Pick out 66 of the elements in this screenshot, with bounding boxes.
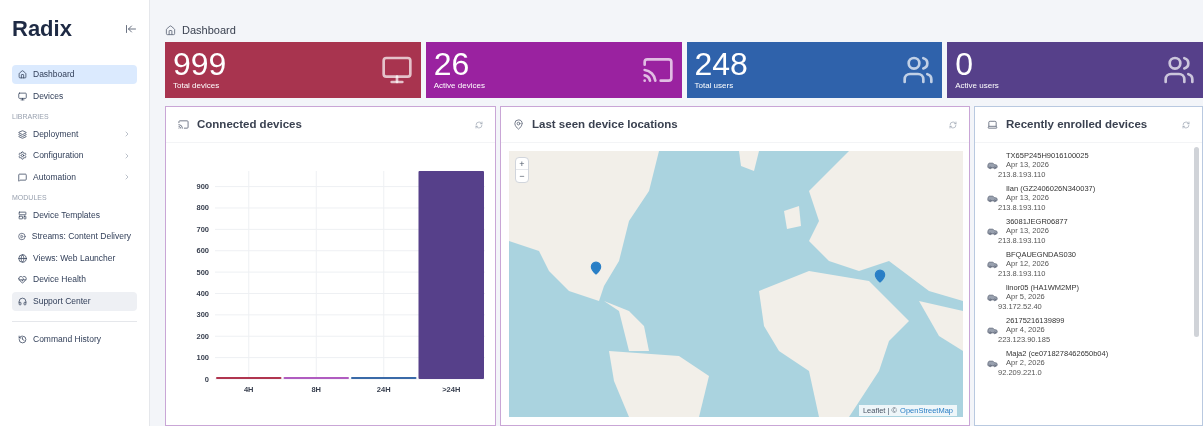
collapse-icon[interactable] (125, 22, 137, 35)
nav-label: Device Health (33, 273, 87, 286)
zoom-in-button[interactable]: + (516, 158, 528, 170)
stat-label: Total users (694, 80, 735, 92)
panel-title: Connected devices (197, 116, 303, 132)
cast-icon (178, 119, 189, 130)
nav-item[interactable]: Deployment (12, 124, 137, 144)
settings-icon (18, 151, 27, 160)
nav-item[interactable]: Device Health (12, 270, 137, 289)
monitor-icon (18, 91, 27, 101)
nav-label: Devices (33, 89, 65, 103)
refresh-icon[interactable] (1182, 120, 1190, 129)
logo: Radix (12, 15, 72, 43)
stat-value: 26 (433, 48, 471, 80)
nav-label: Streams: Content Delivery (31, 230, 131, 243)
nav-item[interactable]: Configuration (12, 146, 137, 165)
history-icon (18, 335, 27, 344)
laptop-icon (987, 119, 998, 130)
nav-label: Automation (33, 170, 77, 184)
panel-title: Last seen device locations (532, 116, 679, 132)
nav-label: Dashboard (33, 68, 76, 81)
nav-label: Configuration (33, 149, 85, 162)
nav-item[interactable]: Devices (12, 86, 137, 106)
nav-label: Command History (33, 333, 103, 346)
message-icon (18, 172, 27, 182)
chevron-icon (123, 173, 131, 181)
nav-item[interactable]: Command History (12, 330, 137, 349)
refresh-icon[interactable] (475, 120, 483, 129)
home-icon (165, 24, 176, 36)
template-icon (18, 210, 27, 220)
scrollbar[interactable] (1194, 147, 1199, 337)
stat-value: 248 (694, 48, 748, 80)
devices-icon (380, 54, 413, 86)
panel-title: Recently enrolled devices (1006, 116, 1149, 132)
stat-label: Active users (955, 80, 999, 92)
heart-icon (18, 275, 27, 284)
pin-icon (513, 119, 524, 130)
map-pin-icon[interactable] (589, 261, 603, 275)
nav-label: Support Center (33, 294, 92, 308)
nav-item[interactable]: Streams: Content Delivery (12, 227, 137, 246)
stat-value: 999 (173, 48, 227, 80)
stat-label: Active devices (433, 80, 485, 92)
layers-icon (18, 129, 27, 139)
users-icon (1163, 54, 1195, 86)
bar[interactable] (418, 171, 484, 379)
map-pin-icon[interactable] (873, 269, 887, 283)
nav-label: Views: Web Launcher (33, 251, 117, 265)
globe-icon (18, 253, 27, 263)
chevron-icon (123, 151, 131, 160)
users-icon (902, 54, 935, 86)
nav-label: Deployment (33, 127, 80, 141)
zoom-out-button[interactable]: − (516, 170, 528, 182)
headphones-icon (18, 296, 27, 306)
chevron-icon (123, 130, 131, 138)
nav-label: Device Templates (33, 208, 101, 222)
stat-value: 0 (955, 48, 975, 80)
nav-item[interactable]: Views: Web Launcher (12, 248, 137, 268)
stat-label: Total devices (173, 80, 221, 92)
home-icon (18, 70, 27, 79)
nav-item[interactable]: Automation (12, 167, 137, 187)
nav-item[interactable]: Support Center (12, 291, 137, 311)
play-icon (18, 232, 26, 241)
nav-item[interactable]: Device Templates (12, 205, 137, 225)
breadcrumb[interactable]: Dashboard (182, 21, 236, 39)
nav-item[interactable]: Dashboard (12, 65, 137, 84)
refresh-icon[interactable] (949, 120, 957, 129)
